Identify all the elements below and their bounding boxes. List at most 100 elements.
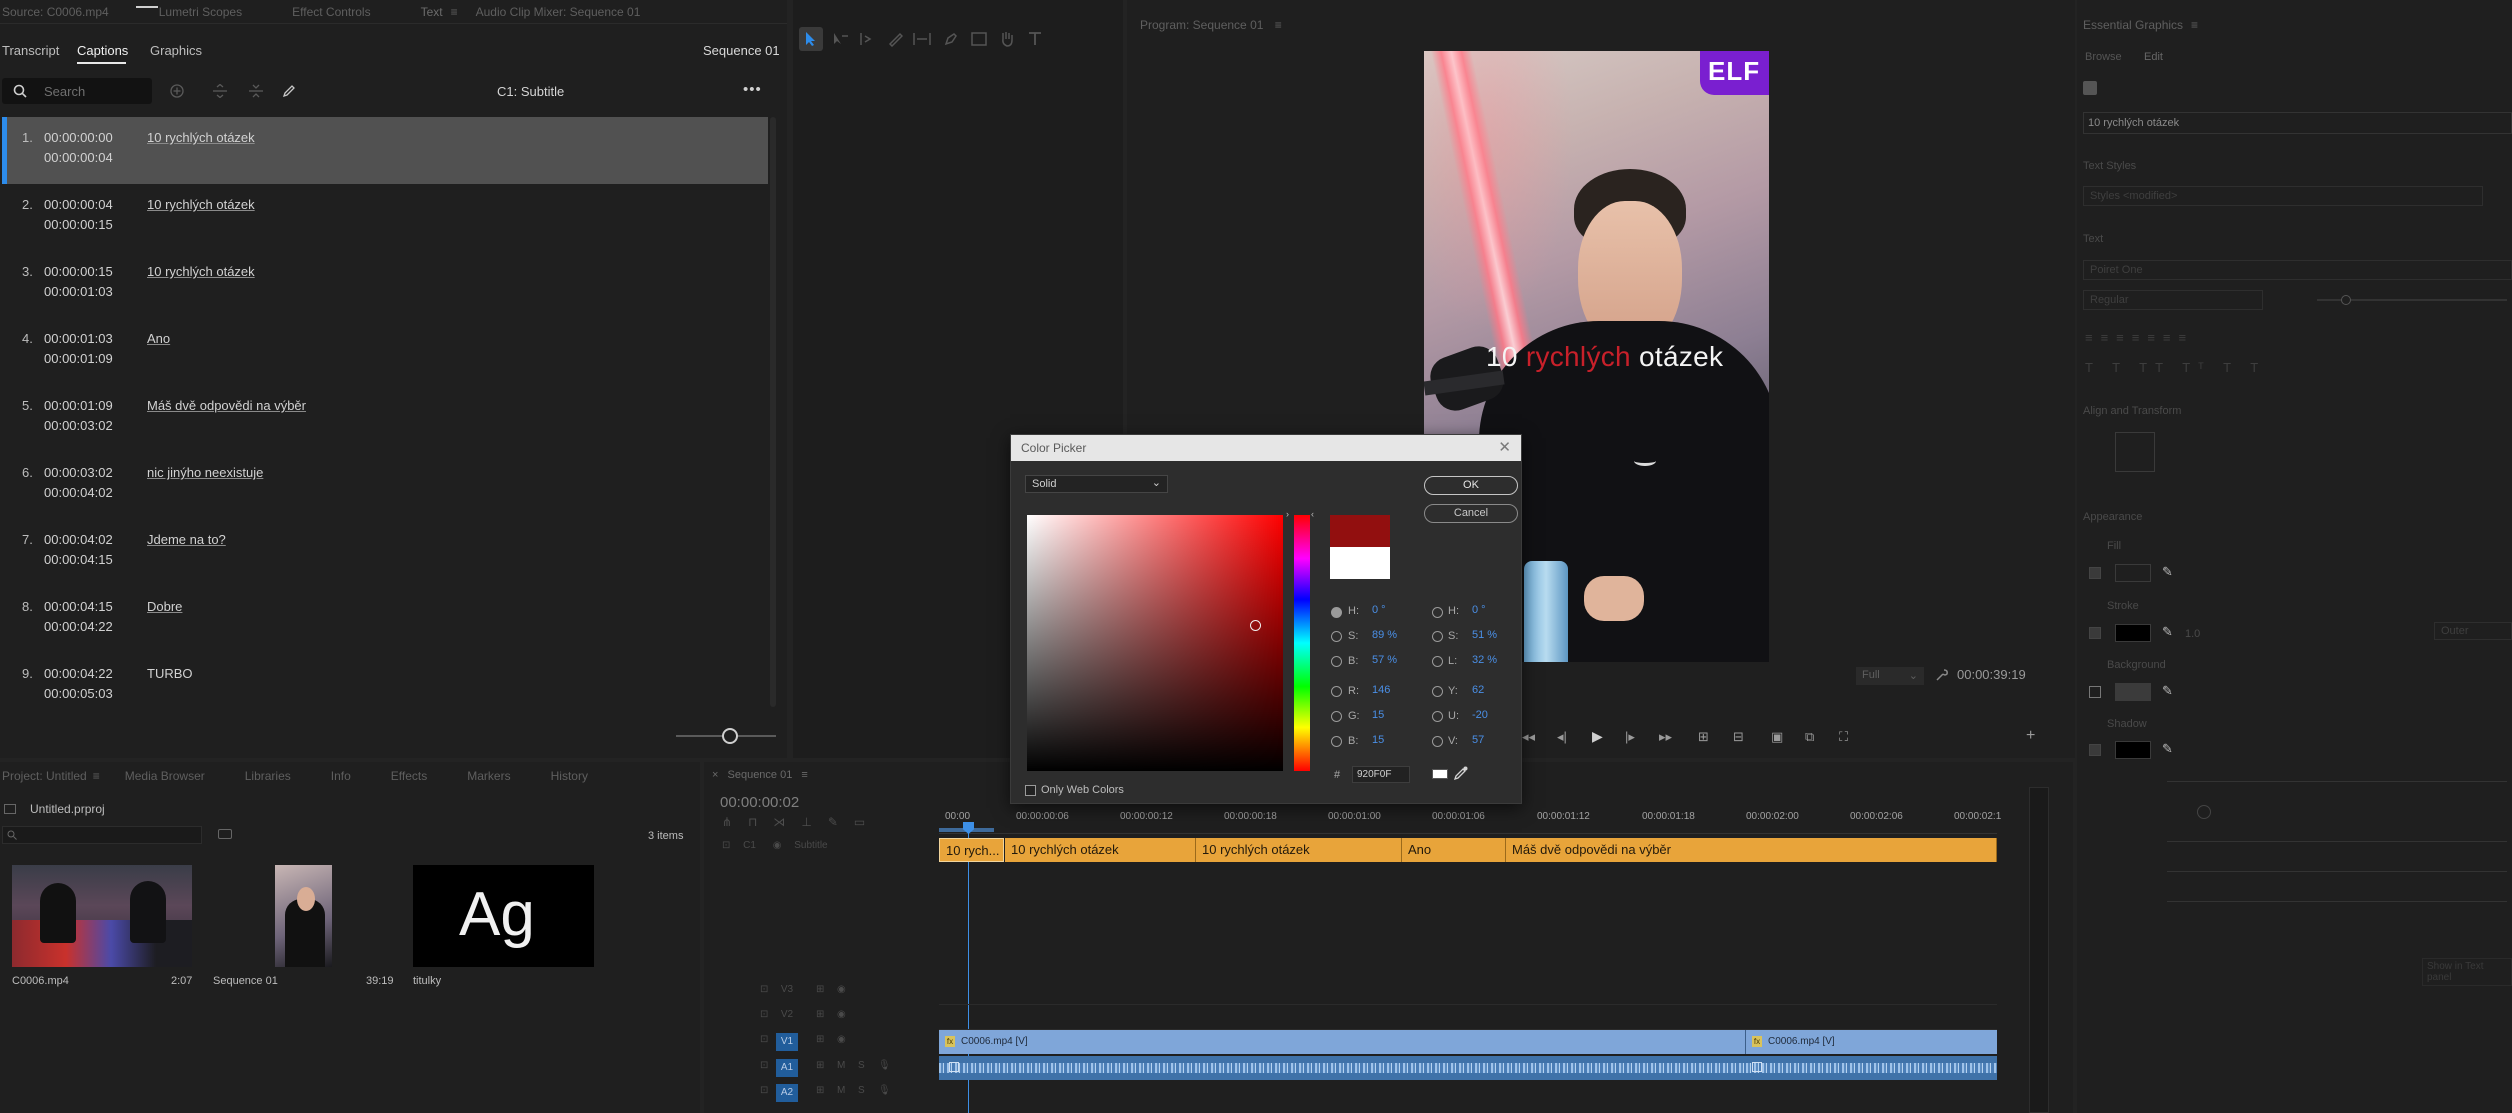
step-forward-icon[interactable]: |▸ <box>1625 729 1635 745</box>
caption-start[interactable]: 00:00:01:03 <box>44 331 113 346</box>
more-options-icon[interactable]: ••• <box>743 81 762 98</box>
pen-tool-icon[interactable] <box>943 31 959 47</box>
radio-u[interactable] <box>1432 711 1443 722</box>
project-item-name[interactable]: C0006.mp4 <box>12 975 69 987</box>
radio-hsl-h[interactable] <box>1432 607 1443 618</box>
close-icon[interactable]: ✕ <box>1498 438 1511 456</box>
shadow-slider[interactable] <box>2167 871 2507 872</box>
caption-search[interactable]: Search <box>2 78 152 104</box>
radio-g[interactable] <box>1331 711 1342 722</box>
input-g[interactable]: 15 <box>1372 709 1384 721</box>
comparison-view-icon[interactable]: ⧉ <box>1805 729 1814 745</box>
menu-icon[interactable]: ≡ <box>2191 18 2198 32</box>
hand-tool-icon[interactable] <box>999 30 1015 48</box>
stroke-swatch[interactable] <box>2115 624 2151 642</box>
new-bin-icon[interactable] <box>218 829 232 839</box>
stroke-checkbox[interactable] <box>2089 627 2101 639</box>
dialog-titlebar[interactable]: Color Picker ✕ <box>1011 435 1521 461</box>
input-r[interactable]: 146 <box>1372 684 1390 696</box>
audio-clip[interactable] <box>939 1056 1746 1080</box>
eg-font-style-dropdown[interactable]: Regular <box>2083 290 2263 310</box>
tab-libraries[interactable]: Libraries <box>245 769 291 783</box>
track-target[interactable]: V3 <box>776 984 798 995</box>
eyedropper-icon[interactable] <box>1453 765 1469 781</box>
mic-icon[interactable]: 🎙 <box>878 1085 891 1096</box>
lock-icon[interactable]: ⊡ <box>722 840 730 851</box>
only-web-colors-checkbox[interactable] <box>1025 785 1036 796</box>
program-title-text[interactable]: Program: Sequence 01 <box>1140 18 1263 32</box>
lock-icon[interactable]: ⊡ <box>760 984 768 995</box>
input-v[interactable]: 57 <box>1472 734 1484 746</box>
eg-stroke-value[interactable]: 1.0 <box>2185 628 2200 640</box>
camera-icon[interactable]: ▣ <box>1771 729 1783 745</box>
go-to-out-icon[interactable]: ▸▸ <box>1659 729 1672 745</box>
keyframe-icon[interactable] <box>1752 1062 1762 1072</box>
input-u[interactable]: -20 <box>1472 709 1488 721</box>
tab-history[interactable]: History <box>551 769 588 783</box>
shadow-slider[interactable] <box>2167 901 2507 902</box>
shadow-slider[interactable] <box>2167 781 2507 782</box>
zoom-slider[interactable] <box>676 728 776 744</box>
tab-audio-clip-mixer[interactable]: Audio Clip Mixer: Sequence 01 <box>476 5 641 19</box>
project-search[interactable] <box>2 826 202 844</box>
sync-icon[interactable]: ⊞ <box>816 1060 824 1071</box>
menu-icon[interactable]: ≡ <box>1275 18 1282 32</box>
eg-tab-browse[interactable]: Browse <box>2085 51 2122 63</box>
eye-icon[interactable]: ◉ <box>773 840 782 851</box>
text-tab-captions[interactable]: Captions <box>77 43 128 58</box>
tab-media-browser[interactable]: Media Browser <box>125 769 205 783</box>
eg-anchor-grid[interactable] <box>2115 432 2155 472</box>
type-tool-icon[interactable] <box>1027 31 1043 47</box>
caption-end[interactable]: 00:00:04:15 <box>44 552 113 567</box>
ok-button[interactable]: OK <box>1424 476 1518 495</box>
input-s[interactable]: 89 % <box>1372 629 1397 641</box>
lift-icon[interactable]: ⊞ <box>1698 729 1709 745</box>
caption-start[interactable]: 00:00:04:02 <box>44 532 113 547</box>
text-tab-graphics[interactable]: Graphics <box>150 43 202 58</box>
tab-info[interactable]: Info <box>331 769 351 783</box>
caption-end[interactable]: 00:00:04:02 <box>44 485 113 500</box>
caption-clip[interactable]: 10 rych... <box>939 838 1004 862</box>
wrench-icon[interactable] <box>1935 668 1949 682</box>
input-hsl-h[interactable]: 0 ° <box>1472 604 1486 616</box>
add-button-icon[interactable]: + <box>2026 727 2035 745</box>
caption-row[interactable]: 2. 00:00:00:04 00:00:00:15 10 rychlých o… <box>2 184 768 251</box>
merge-caption-icon[interactable] <box>248 84 264 98</box>
split-caption-icon[interactable] <box>212 84 228 98</box>
caption-row[interactable]: 7. 00:00:04:02 00:00:04:15 Jdeme na to? <box>2 519 768 586</box>
radio-hsl-l[interactable] <box>1432 656 1443 667</box>
caption-end[interactable]: 00:00:03:02 <box>44 418 113 433</box>
eg-tab-edit[interactable]: Edit <box>2144 51 2163 63</box>
caption-track-name[interactable]: C1: Subtitle <box>497 84 564 99</box>
caption-text[interactable]: 10 rychlých otázek <box>147 264 255 279</box>
caption-text[interactable]: 10 rychlých otázek <box>147 130 255 145</box>
caption-text[interactable]: nic jinýho neexistuje <box>147 465 263 480</box>
shadow-slider[interactable] <box>2167 841 2507 842</box>
edit-pencil-icon[interactable] <box>282 84 296 98</box>
eg-outer-dropdown[interactable]: Outer <box>2434 622 2512 640</box>
color-cursor[interactable] <box>1250 620 1261 631</box>
tab-source[interactable]: Source: C0006.mp4 <box>2 5 109 19</box>
caption-start[interactable]: 00:00:04:15 <box>44 599 113 614</box>
video-clip[interactable]: fx C0006.mp4 [V] <box>1746 1030 1997 1054</box>
caption-row[interactable]: 9. 00:00:04:22 00:00:05:03 TURBO <box>2 653 768 720</box>
eye-icon[interactable]: ◉ <box>837 1009 846 1020</box>
caption-clip[interactable]: Ano <box>1402 838 1506 862</box>
track-target[interactable]: A1 <box>776 1059 798 1077</box>
solo-icon[interactable]: S <box>858 1085 865 1096</box>
search-input[interactable]: Search <box>44 84 85 99</box>
project-item-name[interactable]: Sequence 01 <box>213 975 278 987</box>
hue-marker-right[interactable]: ‹ <box>1311 509 1314 519</box>
vr-icon[interactable]: ⛶ <box>1839 729 1848 745</box>
caption-start[interactable]: 00:00:03:02 <box>44 465 113 480</box>
lock-icon[interactable]: ⊡ <box>760 1060 768 1071</box>
caption-row[interactable]: 6. 00:00:03:02 00:00:04:02 nic jinýho ne… <box>2 452 768 519</box>
selection-tool-icon[interactable] <box>799 27 823 51</box>
lock-icon[interactable]: ⊡ <box>760 1085 768 1096</box>
caption-clip[interactable]: Máš dvě odpovědi na výběr <box>1506 838 1997 862</box>
mute-icon[interactable]: M <box>837 1060 845 1071</box>
shadow-checkbox[interactable] <box>2089 744 2101 756</box>
input-y[interactable]: 62 <box>1472 684 1484 696</box>
eg-title-text[interactable]: Essential Graphics <box>2083 18 2183 32</box>
extract-icon[interactable]: ⊟ <box>1733 729 1744 745</box>
